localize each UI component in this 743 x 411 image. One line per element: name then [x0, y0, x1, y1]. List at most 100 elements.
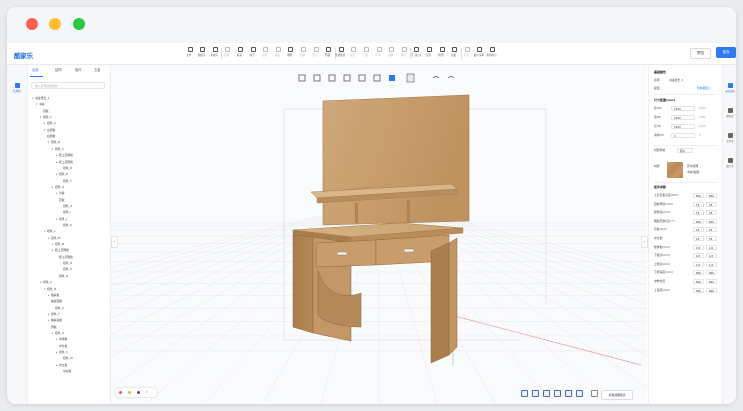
param-input-secondary[interactable]: 18 [706, 210, 717, 216]
tree-node[interactable]: ▸ 组件_N [52, 241, 64, 247]
tree-node[interactable]: ▾ 组件_C [52, 146, 64, 152]
color-yellow-dot[interactable] [128, 391, 131, 394]
tree-node[interactable]: ▾ 组件_2 [40, 279, 52, 285]
tree-node[interactable]: 组件_I [60, 209, 71, 215]
color-mode-bar[interactable]: ▾ [115, 388, 157, 397]
toolbar-tool[interactable]: 生成板件 [335, 46, 346, 61]
tree-node[interactable]: ▾ 组件_1 [40, 114, 52, 120]
settings-gear-icon[interactable] [591, 390, 598, 397]
param-input-secondary[interactable]: 1/2 [706, 261, 717, 267]
tree-node[interactable]: 组件_H [60, 203, 72, 209]
minimize-window-button[interactable] [49, 18, 61, 30]
dim-input[interactable]: 1000 [671, 115, 695, 120]
toolbar-tool[interactable]: 清空 [248, 46, 258, 61]
toolbar-tool[interactable]: 测量 [324, 46, 334, 61]
toolbar-tool[interactable]: 粘贴 [273, 46, 283, 61]
tree-node[interactable]: ▾ 组件_R [44, 286, 56, 292]
toolbar-tool[interactable]: 文件 [185, 46, 195, 61]
param-input-secondary[interactable]: 800 [706, 218, 717, 224]
material-swatch[interactable] [667, 162, 683, 178]
tree-node[interactable]: 组件_W [60, 355, 73, 361]
tree-node[interactable]: 组件_P [60, 266, 72, 272]
tree-node[interactable]: ▾ 书桌组合_1 [32, 95, 49, 101]
maximize-window-button[interactable] [73, 18, 85, 30]
tree-node[interactable]: 侧板 [48, 324, 57, 330]
tree-node[interactable]: ▾ 左侧板 [44, 127, 55, 133]
param-input[interactable]: 18 [693, 201, 704, 207]
tree-node[interactable]: 层板 [56, 197, 65, 203]
tree-node[interactable]: ▸ 组件_G [52, 184, 64, 190]
view-mode-select[interactable]: 标准视图模式 [601, 390, 633, 400]
tree-node[interactable]: 组件_O [60, 260, 72, 266]
replace-model-link[interactable]: 替换模型 ▾ [697, 86, 710, 90]
view-texture-icon[interactable] [576, 390, 583, 397]
toolbar-tool[interactable]: 导出 [462, 46, 472, 61]
3d-viewport[interactable]: ▾ 标准视图模式 [111, 65, 647, 404]
rail-structure-tree[interactable]: 结构树 [10, 83, 24, 93]
tree-node[interactable]: 组件_D [60, 165, 72, 171]
param-input[interactable]: 1/2 [693, 253, 704, 259]
right-rail-item[interactable]: 文件库 [724, 133, 736, 143]
tree-node[interactable]: 右侧板 [44, 133, 55, 139]
tree-search-input[interactable]: 输入名称搜索结构 [31, 82, 105, 89]
view-box-icon[interactable] [521, 390, 528, 397]
color-dark-dot[interactable] [137, 391, 140, 394]
dim-input[interactable]: 1000 [671, 106, 695, 111]
param-input[interactable]: 800 [693, 193, 704, 198]
tree-node[interactable]: 中底板 [60, 368, 71, 374]
toolbar-tool[interactable]: 检测 [437, 46, 447, 61]
tree-node[interactable]: ▸ 柜上层隔板 [56, 159, 73, 165]
param-input-secondary[interactable]: 1/2 [706, 253, 717, 259]
tree-node[interactable]: ▸ 组件_E [56, 171, 68, 177]
tree-node[interactable]: ▸ 组件_V [56, 349, 68, 355]
tree-node[interactable]: ▸ 组件_U [52, 330, 64, 336]
right-rail-item[interactable]: 属性面板 [724, 83, 736, 93]
tree-node[interactable]: 顶板 [40, 108, 49, 114]
tree-node[interactable]: ▾ 书桌 [36, 101, 45, 107]
view-grid-icon[interactable] [532, 390, 539, 397]
collapse-left-panel-button[interactable]: ‹ [111, 236, 118, 248]
tree-node[interactable]: 组件_S [52, 305, 64, 311]
tree-node[interactable]: ▸ 背板 [56, 190, 65, 196]
toolbar-tool[interactable]: 删除 [286, 46, 296, 61]
param-input[interactable]: 800 [693, 279, 704, 284]
tree-node[interactable]: 组件_F [60, 178, 72, 184]
preview-button[interactable]: 预览 [690, 48, 711, 59]
toolbar-tool[interactable]: 渲染 [424, 46, 434, 61]
name-value[interactable]: 书桌组合_1 [669, 78, 683, 82]
view-solid-icon[interactable] [554, 390, 561, 397]
param-input-secondary[interactable]: 800 [706, 279, 717, 284]
param-input-secondary[interactable]: 800 [706, 287, 717, 293]
toolbar-tool[interactable]: 组合 [349, 46, 359, 61]
tree-node[interactable]: ▸ 抽屉底板 [48, 317, 62, 323]
param-input-secondary[interactable]: 1/2 [706, 244, 717, 250]
tab-boards[interactable]: 板件 [75, 67, 82, 72]
dim-input[interactable]: 0 [671, 133, 695, 138]
right-rail-item[interactable]: 模型库 [724, 108, 736, 118]
toolbar-tool[interactable]: 尺寸标注 [411, 46, 422, 61]
view-layer-icon[interactable] [565, 390, 572, 397]
tree-node[interactable]: ▸ 组件_T [48, 311, 60, 317]
tree-node[interactable]: ▸ 组件_A [44, 120, 56, 126]
tree-node[interactable]: ▸ 抽屉板 [48, 292, 59, 298]
param-input[interactable]: 1/2 [693, 244, 704, 250]
toolbar-tool[interactable]: 素材库 [210, 46, 220, 61]
toolbar-tool[interactable]: 报价清单 [474, 46, 485, 61]
tree-node[interactable]: 中背板 [56, 343, 67, 349]
tree-node[interactable]: ▾ 组件_B [48, 139, 60, 145]
tree-node[interactable]: ▸ 中侧板 [56, 336, 67, 342]
toolbar-tool[interactable]: 模板库 [198, 46, 208, 61]
toolbar-tool[interactable]: 复制 [261, 46, 271, 61]
tab-hardware[interactable]: 五金 [94, 67, 101, 72]
view-wire-icon[interactable] [543, 390, 550, 397]
param-input-secondary[interactable]: 18 [706, 201, 717, 207]
tree-node[interactable]: ▸ 组件_M [48, 235, 60, 241]
tab-structure[interactable]: 结构 [55, 67, 62, 72]
param-input[interactable]: 18 [693, 236, 704, 241]
color-red-dot[interactable] [119, 391, 122, 394]
param-input[interactable]: 800 [693, 270, 704, 276]
tree-node[interactable]: 组件_Q [56, 273, 68, 279]
tree-node[interactable]: 抽屉面板 [48, 298, 62, 304]
toolbar-tool[interactable]: 撤销 [223, 46, 233, 61]
collapse-right-panel-button[interactable]: › [641, 236, 648, 248]
